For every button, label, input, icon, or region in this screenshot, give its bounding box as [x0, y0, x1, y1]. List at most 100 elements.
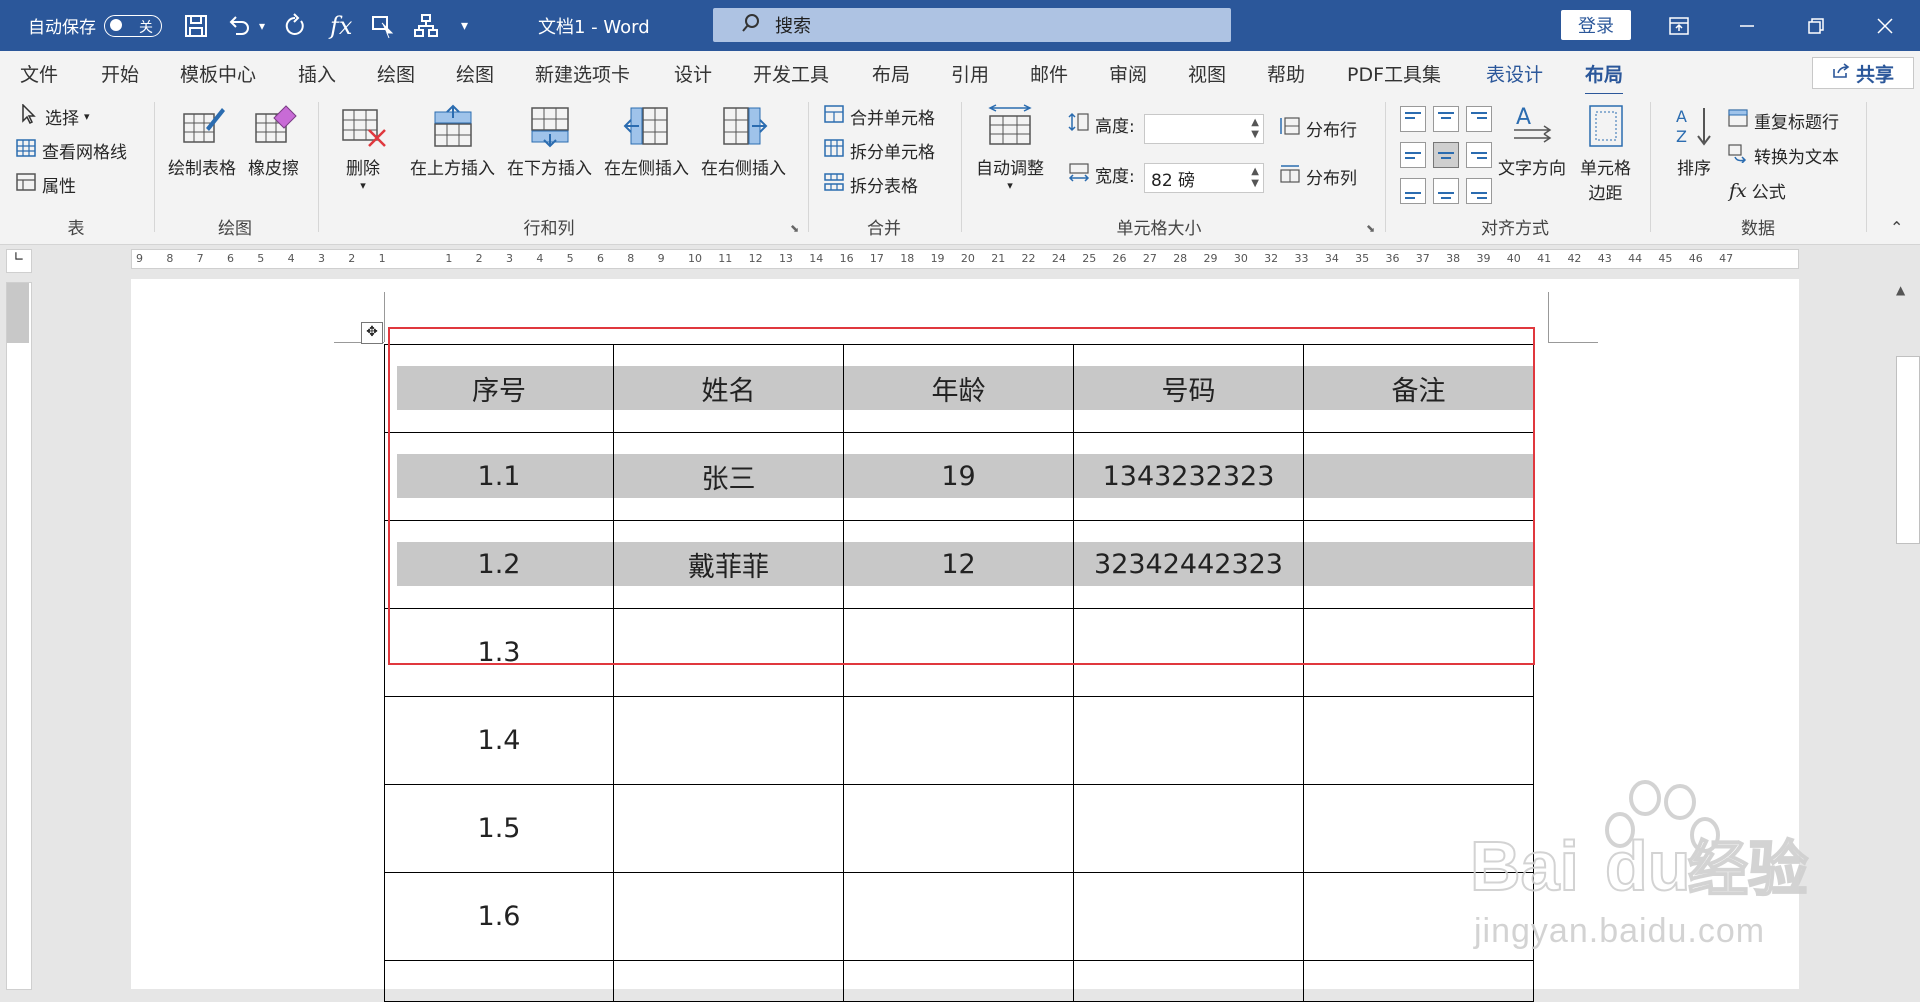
table-cell[interactable] [613, 696, 844, 785]
tab-view[interactable]: 视图 [1188, 60, 1226, 87]
tab-table-design[interactable]: 表设计 [1486, 60, 1543, 87]
restore-icon[interactable] [1781, 0, 1851, 51]
table-row[interactable]: 1.1 张三 19 1343232323 [384, 432, 1534, 521]
table-cell[interactable] [1303, 696, 1534, 785]
tab-layout[interactable]: 布局 [872, 60, 910, 87]
table-header-cell[interactable]: 年龄 [843, 344, 1074, 433]
align-top-right-button[interactable] [1466, 106, 1492, 132]
tab-new-tab[interactable]: 新建选项卡 [535, 60, 630, 87]
align-top-center-button[interactable] [1433, 106, 1459, 132]
table-header-cell[interactable]: 序号 [384, 344, 614, 433]
merge-cells-button[interactable]: 合并单元格 [823, 104, 935, 129]
tab-design[interactable]: 设计 [674, 60, 712, 87]
spinner-icon[interactable]: ▲ ▼ [1251, 166, 1259, 190]
table-cell[interactable] [843, 608, 1074, 697]
table-cell[interactable] [1303, 520, 1534, 609]
select-button[interactable]: 选择 ▾ [18, 104, 90, 129]
tab-developer[interactable]: 开发工具 [753, 60, 829, 87]
document-table[interactable]: 序号 姓名 年龄 号码 备注 1.1 张三 19 1343232323 1.2 戴菲菲 12 32342… [384, 344, 1534, 1002]
table-cell[interactable] [1073, 784, 1304, 873]
align-bottom-right-button[interactable] [1466, 178, 1492, 204]
split-cells-button[interactable]: 拆分单元格 [823, 138, 935, 163]
tab-home[interactable]: 开始 [101, 60, 139, 87]
dialog-launcher-icon[interactable]: ⬊ [1366, 222, 1375, 235]
align-middle-left-button[interactable] [1400, 142, 1426, 168]
tab-selector[interactable]: ∟ [6, 249, 32, 273]
org-chart-icon[interactable] [413, 0, 439, 51]
table-cell[interactable]: 32342442323 [1073, 520, 1304, 609]
table-cell[interactable] [1073, 696, 1304, 785]
collapse-ribbon-icon[interactable]: ⌃ [1890, 218, 1903, 237]
table-cell[interactable]: 张三 [613, 432, 844, 521]
distribute-columns-button[interactable]: 分布列 [1279, 164, 1357, 189]
table-cell[interactable]: 1.4 [384, 696, 614, 785]
table-header-cell[interactable]: 姓名 [613, 344, 844, 433]
align-bottom-left-button[interactable] [1400, 178, 1426, 204]
table-cell[interactable] [843, 784, 1074, 873]
table-cell[interactable] [1303, 432, 1534, 521]
select-cursor-icon[interactable] [370, 0, 396, 51]
scroll-up-icon[interactable]: ▲ [1896, 283, 1905, 297]
view-gridlines-button[interactable]: 查看网格线 [15, 138, 127, 163]
insert-right-button[interactable]: 在右侧插入 [701, 104, 786, 179]
ribbon-display-options-icon[interactable] [1644, 0, 1714, 51]
formula-button[interactable]: fx 公式 [1729, 178, 1786, 204]
table-cell[interactable] [843, 696, 1074, 785]
tab-insert[interactable]: 插入 [298, 60, 336, 87]
align-middle-center-button[interactable] [1433, 142, 1459, 168]
autosave-toggle[interactable]: 关 [104, 14, 162, 37]
draw-table-button[interactable]: 绘制表格 [168, 104, 236, 179]
save-icon[interactable] [183, 0, 209, 51]
table-cell[interactable]: 1.3 [384, 608, 614, 697]
table-row[interactable] [384, 960, 1534, 1002]
properties-button[interactable]: 属性 [15, 172, 76, 197]
tab-help[interactable]: 帮助 [1267, 60, 1305, 87]
table-header-row[interactable]: 序号 姓名 年龄 号码 备注 [384, 344, 1534, 433]
distribute-rows-button[interactable]: 分布行 [1279, 116, 1357, 141]
tab-draw[interactable]: 绘图 [377, 60, 415, 87]
minimize-icon[interactable] [1712, 0, 1782, 51]
table-cell[interactable]: 12 [843, 520, 1074, 609]
table-cell[interactable] [613, 608, 844, 697]
convert-to-text-button[interactable]: 转换为文本 [1727, 143, 1839, 168]
table-cell[interactable]: 1.1 [384, 432, 614, 521]
tab-template-center[interactable]: 模板中心 [180, 60, 256, 87]
scroll-thumb[interactable] [1896, 356, 1920, 544]
table-row[interactable]: 1.5 [384, 784, 1534, 873]
login-button[interactable]: 登录 [1561, 10, 1631, 40]
formula-icon[interactable]: fx [330, 0, 352, 51]
table-row[interactable]: 1.4 [384, 696, 1534, 785]
table-cell[interactable] [843, 872, 1074, 961]
tab-review[interactable]: 审阅 [1109, 60, 1147, 87]
align-top-left-button[interactable] [1400, 106, 1426, 132]
table-cell[interactable] [1303, 608, 1534, 697]
table-header-cell[interactable]: 备注 [1303, 344, 1534, 433]
tab-table-layout[interactable]: 布局 [1585, 60, 1624, 96]
tab-references[interactable]: 引用 [951, 60, 989, 87]
table-cell[interactable] [384, 960, 614, 1002]
close-icon[interactable] [1850, 0, 1920, 51]
table-cell[interactable] [1073, 872, 1304, 961]
column-width-input[interactable]: 82 磅 ▲ ▼ [1144, 163, 1264, 193]
table-cell[interactable] [613, 872, 844, 961]
tab-mailings[interactable]: 邮件 [1030, 60, 1068, 87]
table-cell[interactable]: 戴菲菲 [613, 520, 844, 609]
autosave[interactable]: 自动保存 关 [28, 0, 162, 51]
table-row[interactable]: 1.2 戴菲菲 12 32342442323 [384, 520, 1534, 609]
align-bottom-center-button[interactable] [1433, 178, 1459, 204]
text-direction-button[interactable]: A 文字方向 [1498, 104, 1566, 179]
sort-button[interactable]: AZ 排序 [1670, 104, 1718, 179]
insert-above-button[interactable]: 在上方插入 [410, 104, 495, 179]
table-cell[interactable]: 19 [843, 432, 1074, 521]
undo-dropdown-icon[interactable]: ▾ [259, 0, 265, 51]
table-cell[interactable] [613, 784, 844, 873]
tab-draw-2[interactable]: 绘图 [456, 60, 494, 87]
table-cell[interactable] [1303, 960, 1534, 1002]
insert-below-button[interactable]: 在下方插入 [507, 104, 592, 179]
undo-icon[interactable] [226, 0, 252, 51]
table-cell[interactable] [1073, 608, 1304, 697]
table-header-cell[interactable]: 号码 [1073, 344, 1304, 433]
tab-pdf-tools[interactable]: PDF工具集 [1347, 60, 1441, 87]
table-row[interactable]: 1.3 [384, 608, 1534, 697]
autofit-button[interactable]: 自动调整 ▾ [976, 104, 1044, 192]
